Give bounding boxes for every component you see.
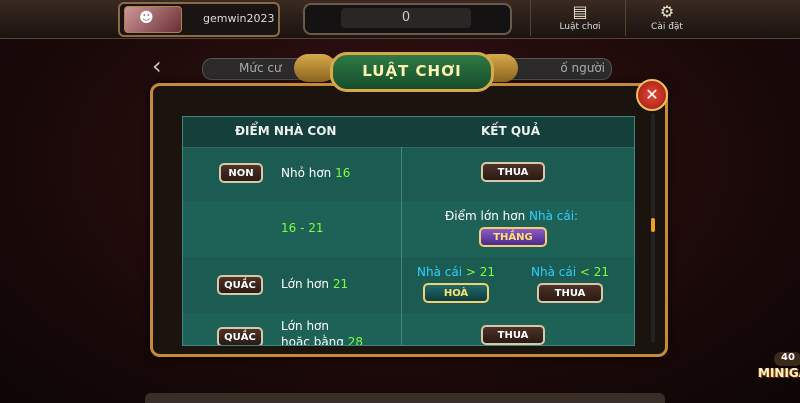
rule-badge: QUẮC xyxy=(217,275,263,295)
table-header: ĐIỂM NHÀ CON KẾT QUẢ xyxy=(183,117,634,148)
divider xyxy=(530,0,531,36)
divider xyxy=(625,0,626,36)
close-icon[interactable]: ✕ xyxy=(636,79,668,111)
rule-value: 21 xyxy=(332,277,349,291)
minigame-label: MINIGA xyxy=(758,366,800,380)
bottom-panel xyxy=(145,393,665,403)
rule-value: 16 xyxy=(335,166,351,180)
result-condition-prefix: Điểm lớn hơn xyxy=(445,209,526,223)
rule-text: Lớn hơn 21 xyxy=(281,277,348,291)
balance-value: 0 xyxy=(341,8,471,28)
scrollbar-thumb[interactable] xyxy=(651,218,655,232)
rules-button-label: Luật chơi xyxy=(559,22,601,32)
result-condition-left: Nhà cái > 21 xyxy=(417,265,495,279)
table-row: NON Nhỏ hơn 16 THUA xyxy=(183,147,634,201)
rule-label: Lớn hơn xyxy=(281,277,329,291)
column-divider xyxy=(401,147,402,345)
column-header-result: KẾT QUẢ xyxy=(481,124,541,138)
result-badge: THUA xyxy=(537,283,603,303)
room-info-right: ố người xyxy=(560,61,605,75)
result-condition-label: Nhà cái xyxy=(531,265,577,279)
minigame-button[interactable]: 40 MINIGA xyxy=(758,352,800,392)
rule-text-line1: Lớn hơn xyxy=(281,319,329,333)
avatar[interactable]: ☻ xyxy=(124,6,182,33)
rule-text: Nhỏ hơn 16 xyxy=(281,166,350,180)
table-row: 16 - 21 Điểm lớn hơn Nhà cái: THẮNG xyxy=(183,201,634,257)
result-condition-op: > 21 xyxy=(465,265,496,279)
result-badge: THẮNG xyxy=(479,227,547,247)
minigame-count: 40 xyxy=(774,352,800,366)
rule-text-line2: hoặc bằng 28 xyxy=(281,335,364,346)
table-row: QUẮC Lớn hơn hoặc bằng 28 THUA xyxy=(183,313,634,346)
rule-value: 16 - 21 xyxy=(281,221,324,235)
username: gemwin2023 xyxy=(203,12,275,25)
top-bar: ☻ gemwin2023 0 ▤ Luật chơi ⚙ Cài đặt xyxy=(0,0,800,39)
result-condition-right: Nhà cái < 21 xyxy=(531,265,609,279)
column-header-player-score: ĐIỂM NHÀ CON xyxy=(235,124,337,138)
user-icon: ☻ xyxy=(139,10,154,26)
result-badge: THUA xyxy=(481,162,545,182)
modal-title: LUẬT CHƠI xyxy=(330,52,494,92)
result-condition: Điểm lớn hơn Nhà cái: xyxy=(445,209,578,223)
result-badge: THUA xyxy=(481,325,545,345)
rules-modal: ĐIỂM NHÀ CON KẾT QUẢ NON Nhỏ hơn 16 THUA… xyxy=(150,83,668,357)
table-row: QUẮC Lớn hơn 21 Nhà cái > 21 HOÀ Nhà cái… xyxy=(183,257,634,313)
result-badge: HOÀ xyxy=(423,283,489,303)
rule-badge: NON xyxy=(219,163,263,183)
balance-display: 0 xyxy=(303,3,512,35)
rule-badge: QUẮC xyxy=(217,327,263,345)
rule-value: 28 xyxy=(347,335,364,346)
result-condition-op: < 21 xyxy=(579,265,610,279)
rules-button[interactable]: ▤ Luật chơi xyxy=(545,0,615,36)
result-condition-label: Nhà cái xyxy=(417,265,463,279)
result-condition-highlight: Nhà cái: xyxy=(529,209,579,223)
book-icon: ▤ xyxy=(572,2,588,21)
settings-button[interactable]: ⚙ Cài đặt xyxy=(632,0,702,36)
back-arrow-icon[interactable]: ‹ xyxy=(152,52,162,80)
rule-label: hoặc bằng xyxy=(281,335,344,346)
gear-icon: ⚙ xyxy=(659,2,675,21)
user-profile[interactable]: ☻ gemwin2023 xyxy=(118,2,280,37)
rules-table: ĐIỂM NHÀ CON KẾT QUẢ NON Nhỏ hơn 16 THUA… xyxy=(182,116,635,346)
rule-label: Nhỏ hơn xyxy=(281,166,332,180)
room-info-left: Mức cư xyxy=(239,61,282,75)
settings-button-label: Cài đặt xyxy=(651,22,683,32)
